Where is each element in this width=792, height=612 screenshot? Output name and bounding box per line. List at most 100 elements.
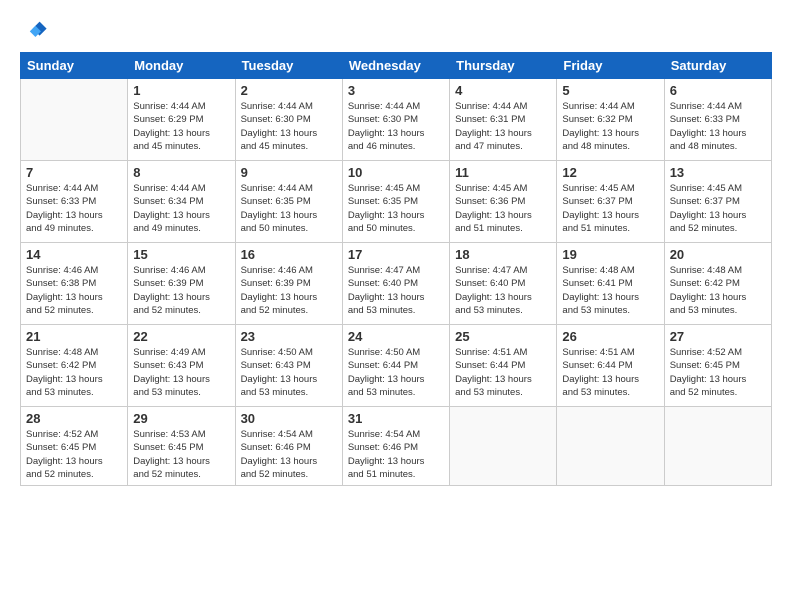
day-info: Sunrise: 4:46 AM Sunset: 6:39 PM Dayligh… <box>241 264 337 317</box>
calendar-cell: 7 Sunrise: 4:44 AM Sunset: 6:33 PM Daylig… <box>21 161 128 243</box>
day-number: 12 <box>562 165 658 180</box>
day-number: 10 <box>348 165 444 180</box>
calendar-cell: 5 Sunrise: 4:44 AM Sunset: 6:32 PM Daylig… <box>557 79 664 161</box>
day-info: Sunrise: 4:45 AM Sunset: 6:35 PM Dayligh… <box>348 182 444 235</box>
day-info: Sunrise: 4:50 AM Sunset: 6:43 PM Dayligh… <box>241 346 337 399</box>
day-number: 13 <box>670 165 766 180</box>
day-info: Sunrise: 4:44 AM Sunset: 6:30 PM Dayligh… <box>348 100 444 153</box>
calendar-cell: 17 Sunrise: 4:47 AM Sunset: 6:40 PM Dayli… <box>342 243 449 325</box>
calendar-cell: 25Sunrise: 4:51 AM Sunset: 6:44 PM Dayli… <box>450 325 557 407</box>
day-number: 18 <box>455 247 551 262</box>
calendar-cell: 31 Sunrise: 4:54 AM Sunset: 6:46 PM Dayli… <box>342 407 449 486</box>
calendar-week-row: 1 Sunrise: 4:44 AM Sunset: 6:29 PM Daylig… <box>21 79 772 161</box>
day-info: Sunrise: 4:44 AM Sunset: 6:32 PM Dayligh… <box>562 100 658 153</box>
page: SundayMondayTuesdayWednesdayThursdayFrid… <box>0 0 792 612</box>
day-number: 5 <box>562 83 658 98</box>
calendar-cell: 30Sunrise: 4:54 AM Sunset: 6:46 PM Dayli… <box>235 407 342 486</box>
day-info: Sunrise: 4:54 AM Sunset: 6:46 PM Dayligh… <box>241 428 337 481</box>
day-info: Sunrise: 4:44 AM Sunset: 6:31 PM Dayligh… <box>455 100 551 153</box>
day-number: 15 <box>133 247 229 262</box>
day-number: 3 <box>348 83 444 98</box>
day-number: 31 <box>348 411 444 426</box>
day-info: Sunrise: 4:53 AM Sunset: 6:45 PM Dayligh… <box>133 428 229 481</box>
day-info: Sunrise: 4:52 AM Sunset: 6:45 PM Dayligh… <box>670 346 766 399</box>
day-info: Sunrise: 4:50 AM Sunset: 6:44 PM Dayligh… <box>348 346 444 399</box>
day-info: Sunrise: 4:44 AM Sunset: 6:33 PM Dayligh… <box>670 100 766 153</box>
day-info: Sunrise: 4:48 AM Sunset: 6:42 PM Dayligh… <box>670 264 766 317</box>
day-number: 19 <box>562 247 658 262</box>
calendar-cell: 15 Sunrise: 4:46 AM Sunset: 6:39 PM Dayli… <box>128 243 235 325</box>
calendar-cell: 20 Sunrise: 4:48 AM Sunset: 6:42 PM Dayli… <box>664 243 771 325</box>
calendar-cell: 1 Sunrise: 4:44 AM Sunset: 6:29 PM Daylig… <box>128 79 235 161</box>
calendar-cell: 11 Sunrise: 4:45 AM Sunset: 6:36 PM Dayli… <box>450 161 557 243</box>
logo <box>20 16 52 44</box>
calendar-cell <box>21 79 128 161</box>
day-info: Sunrise: 4:45 AM Sunset: 6:37 PM Dayligh… <box>562 182 658 235</box>
calendar-cell: 19 Sunrise: 4:48 AM Sunset: 6:41 PM Dayli… <box>557 243 664 325</box>
day-number: 23 <box>241 329 337 344</box>
day-info: Sunrise: 4:52 AM Sunset: 6:45 PM Dayligh… <box>26 428 122 481</box>
day-info: Sunrise: 4:45 AM Sunset: 6:37 PM Dayligh… <box>670 182 766 235</box>
calendar-cell <box>557 407 664 486</box>
day-number: 8 <box>133 165 229 180</box>
day-number: 22 <box>133 329 229 344</box>
calendar-week-row: 7 Sunrise: 4:44 AM Sunset: 6:33 PM Daylig… <box>21 161 772 243</box>
calendar-week-row: 21Sunrise: 4:48 AM Sunset: 6:42 PM Dayli… <box>21 325 772 407</box>
day-info: Sunrise: 4:44 AM Sunset: 6:35 PM Dayligh… <box>241 182 337 235</box>
calendar-table: SundayMondayTuesdayWednesdayThursdayFrid… <box>20 52 772 486</box>
day-number: 20 <box>670 247 766 262</box>
day-info: Sunrise: 4:49 AM Sunset: 6:43 PM Dayligh… <box>133 346 229 399</box>
calendar-cell: 26 Sunrise: 4:51 AM Sunset: 6:44 PM Dayli… <box>557 325 664 407</box>
day-number: 2 <box>241 83 337 98</box>
weekday-header-row: SundayMondayTuesdayWednesdayThursdayFrid… <box>21 53 772 79</box>
day-info: Sunrise: 4:48 AM Sunset: 6:41 PM Dayligh… <box>562 264 658 317</box>
calendar-cell: 29Sunrise: 4:53 AM Sunset: 6:45 PM Dayli… <box>128 407 235 486</box>
day-number: 7 <box>26 165 122 180</box>
day-number: 26 <box>562 329 658 344</box>
calendar-cell <box>664 407 771 486</box>
calendar-cell <box>450 407 557 486</box>
weekday-header: Thursday <box>450 53 557 79</box>
day-info: Sunrise: 4:48 AM Sunset: 6:42 PM Dayligh… <box>26 346 122 399</box>
calendar-cell: 22 Sunrise: 4:49 AM Sunset: 6:43 PM Dayli… <box>128 325 235 407</box>
day-info: Sunrise: 4:47 AM Sunset: 6:40 PM Dayligh… <box>455 264 551 317</box>
calendar-cell: 9 Sunrise: 4:44 AM Sunset: 6:35 PM Daylig… <box>235 161 342 243</box>
day-number: 11 <box>455 165 551 180</box>
day-info: Sunrise: 4:44 AM Sunset: 6:34 PM Dayligh… <box>133 182 229 235</box>
day-number: 9 <box>241 165 337 180</box>
calendar-cell: 27 Sunrise: 4:52 AM Sunset: 6:45 PM Dayli… <box>664 325 771 407</box>
calendar-cell: 18 Sunrise: 4:47 AM Sunset: 6:40 PM Dayli… <box>450 243 557 325</box>
day-number: 24 <box>348 329 444 344</box>
day-info: Sunrise: 4:47 AM Sunset: 6:40 PM Dayligh… <box>348 264 444 317</box>
day-info: Sunrise: 4:51 AM Sunset: 6:44 PM Dayligh… <box>455 346 551 399</box>
calendar-cell: 4Sunrise: 4:44 AM Sunset: 6:31 PM Daylig… <box>450 79 557 161</box>
day-number: 1 <box>133 83 229 98</box>
weekday-header: Saturday <box>664 53 771 79</box>
weekday-header: Monday <box>128 53 235 79</box>
day-info: Sunrise: 4:46 AM Sunset: 6:38 PM Dayligh… <box>26 264 122 317</box>
calendar-week-row: 28 Sunrise: 4:52 AM Sunset: 6:45 PM Dayli… <box>21 407 772 486</box>
day-info: Sunrise: 4:44 AM Sunset: 6:30 PM Dayligh… <box>241 100 337 153</box>
calendar-cell: 24 Sunrise: 4:50 AM Sunset: 6:44 PM Dayli… <box>342 325 449 407</box>
calendar-week-row: 14 Sunrise: 4:46 AM Sunset: 6:38 PM Dayli… <box>21 243 772 325</box>
calendar-cell: 16 Sunrise: 4:46 AM Sunset: 6:39 PM Dayli… <box>235 243 342 325</box>
calendar-cell: 13 Sunrise: 4:45 AM Sunset: 6:37 PM Dayli… <box>664 161 771 243</box>
day-number: 27 <box>670 329 766 344</box>
day-info: Sunrise: 4:54 AM Sunset: 6:46 PM Dayligh… <box>348 428 444 481</box>
day-info: Sunrise: 4:44 AM Sunset: 6:29 PM Dayligh… <box>133 100 229 153</box>
calendar-cell: 14 Sunrise: 4:46 AM Sunset: 6:38 PM Dayli… <box>21 243 128 325</box>
day-info: Sunrise: 4:45 AM Sunset: 6:36 PM Dayligh… <box>455 182 551 235</box>
calendar-cell: 28 Sunrise: 4:52 AM Sunset: 6:45 PM Dayli… <box>21 407 128 486</box>
calendar-cell: 21Sunrise: 4:48 AM Sunset: 6:42 PM Dayli… <box>21 325 128 407</box>
day-number: 16 <box>241 247 337 262</box>
day-info: Sunrise: 4:44 AM Sunset: 6:33 PM Dayligh… <box>26 182 122 235</box>
logo-icon <box>20 16 48 44</box>
day-number: 28 <box>26 411 122 426</box>
weekday-header: Tuesday <box>235 53 342 79</box>
day-number: 17 <box>348 247 444 262</box>
day-info: Sunrise: 4:51 AM Sunset: 6:44 PM Dayligh… <box>562 346 658 399</box>
calendar-cell: 3 Sunrise: 4:44 AM Sunset: 6:30 PM Daylig… <box>342 79 449 161</box>
day-info: Sunrise: 4:46 AM Sunset: 6:39 PM Dayligh… <box>133 264 229 317</box>
day-number: 14 <box>26 247 122 262</box>
calendar-cell: 10 Sunrise: 4:45 AM Sunset: 6:35 PM Dayli… <box>342 161 449 243</box>
